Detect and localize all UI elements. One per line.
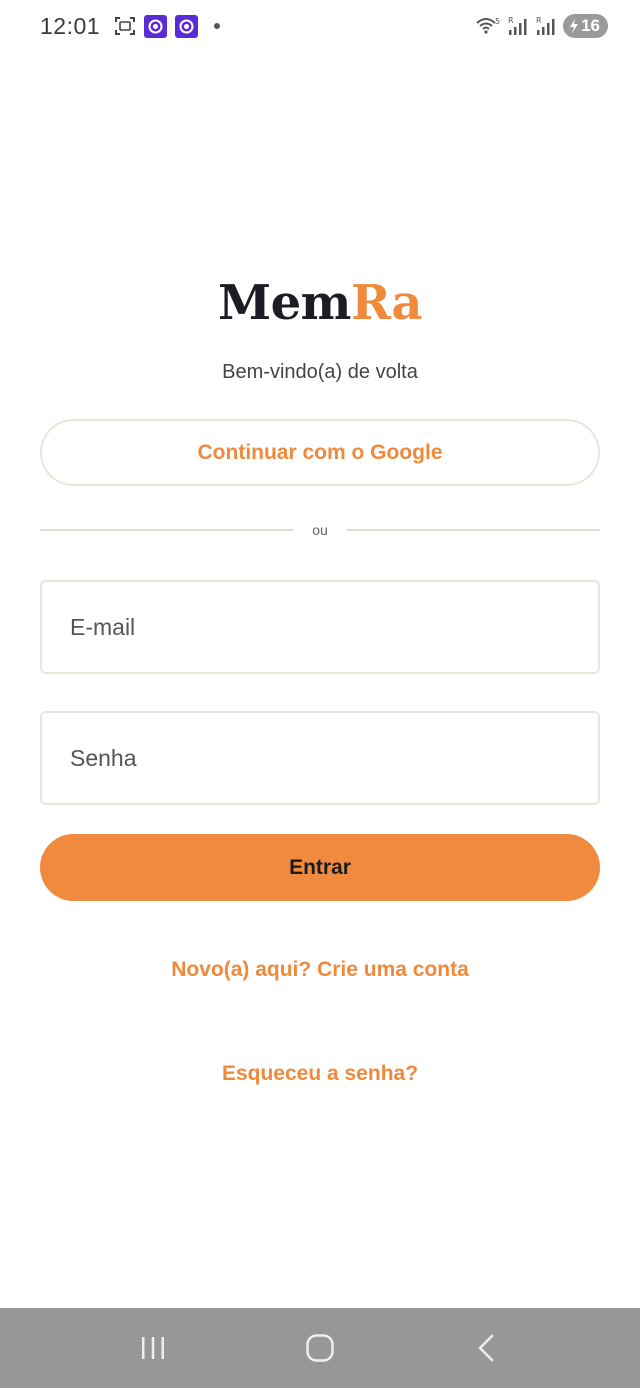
welcome-text: Bem-vindo(a) de volta bbox=[222, 361, 418, 383]
status-time: 12:01 bbox=[40, 12, 101, 39]
back-icon[interactable] bbox=[457, 1318, 517, 1378]
signal-icon: R bbox=[535, 15, 557, 37]
divider-text: ou bbox=[312, 522, 328, 538]
svg-text:5: 5 bbox=[495, 17, 500, 26]
logo-text-part2: Ra bbox=[350, 275, 423, 331]
battery-level: 16 bbox=[581, 16, 600, 35]
google-signin-button[interactable]: Continuar com o Google bbox=[40, 419, 600, 486]
status-bar-right: 5 R R 16 bbox=[475, 14, 608, 38]
login-button[interactable]: Entrar bbox=[40, 834, 600, 901]
svg-text:R: R bbox=[536, 16, 542, 25]
password-field[interactable] bbox=[40, 711, 600, 805]
status-bar-left: 12:01 bbox=[40, 12, 221, 40]
status-bar: 12:01 5 R R 16 bbox=[0, 0, 640, 52]
battery-icon: 16 bbox=[563, 14, 608, 38]
logo-text-part1: Mem bbox=[217, 275, 351, 331]
recent-apps-icon[interactable] bbox=[123, 1318, 183, 1378]
signup-link[interactable]: Novo(a) aqui? Crie uma conta bbox=[0, 958, 640, 982]
signal-icon: R bbox=[507, 15, 529, 37]
divider: ou bbox=[40, 518, 600, 542]
screenshot-icon bbox=[114, 15, 136, 37]
navigation-bar bbox=[0, 1308, 640, 1388]
svg-text:R: R bbox=[508, 16, 514, 25]
app-notification-icon bbox=[175, 14, 199, 38]
wifi-icon: 5 bbox=[475, 15, 501, 37]
app-logo: MemRa bbox=[0, 275, 640, 331]
forgot-password-link[interactable]: Esqueceu a senha? bbox=[0, 1062, 640, 1086]
divider-line-right bbox=[347, 529, 600, 531]
email-field[interactable] bbox=[40, 580, 600, 674]
app-notification-icon bbox=[144, 14, 168, 38]
notification-dot-icon bbox=[214, 23, 221, 29]
home-icon[interactable] bbox=[290, 1318, 350, 1378]
divider-line-left bbox=[40, 529, 293, 531]
